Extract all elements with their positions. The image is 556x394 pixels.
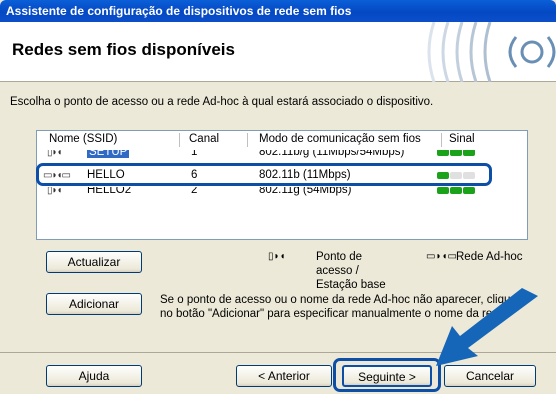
signal-bar <box>450 150 462 156</box>
window-title: Assistente de configuração de dispositiv… <box>6 4 352 18</box>
signal-bar <box>437 187 449 194</box>
signal-bar <box>463 150 475 156</box>
signal-bar <box>463 187 475 194</box>
column-mode[interactable]: Modo de comunicação sem fios <box>259 133 421 145</box>
refresh-button[interactable]: Actualizar <box>46 251 142 273</box>
cancel-button[interactable]: Cancelar <box>444 365 536 387</box>
selected-network-highlight <box>36 163 492 186</box>
access-point-icon: ▯◗◖ <box>47 187 63 196</box>
row-channel: 2 <box>191 187 198 196</box>
column-signal[interactable]: Sinal <box>449 133 475 145</box>
title-bar: Assistente de configuração de dispositiv… <box>0 0 556 22</box>
page-title: Redes sem fios disponíveis <box>12 40 235 59</box>
header-banner: Redes sem fios disponíveis <box>0 22 556 82</box>
row-ssid: SETUP <box>87 150 130 158</box>
help-button[interactable]: Ajuda <box>46 365 142 387</box>
column-channel[interactable]: Canal <box>189 133 219 145</box>
row-mode: 802.11g (54Mbps) <box>259 187 352 196</box>
signal-strength <box>437 150 477 157</box>
back-button[interactable]: < Anterior <box>236 365 332 387</box>
legend-access-point-label: Ponto de acesso / Estação base <box>316 251 386 291</box>
intro-text: Escolha o ponto de acesso ou a rede Ad-h… <box>10 96 434 108</box>
arrow-pointer-icon <box>436 288 538 366</box>
row-ssid: HELLO2 <box>87 187 132 196</box>
signal-bar <box>450 187 462 194</box>
signal-bar <box>437 150 449 156</box>
row-channel: 1 <box>191 150 198 158</box>
table-row[interactable]: ▯◗◖ HELLO2 2 802.11g (54Mbps) <box>43 187 521 197</box>
signal-strength <box>437 187 477 195</box>
next-button-highlight <box>333 358 441 392</box>
add-button[interactable]: Adicionar <box>46 293 142 315</box>
adhoc-icon: ▭◗◖▭ <box>426 251 457 262</box>
table-row[interactable]: ▯◗◖ SETUP 1 802.11b/g (11Mbps/54Mbps) <box>43 150 521 160</box>
column-divider <box>247 133 248 147</box>
column-divider <box>441 133 442 147</box>
legend-adhoc-label: Rede Ad-hoc <box>456 251 523 263</box>
row-mode: 802.11b/g (11Mbps/54Mbps) <box>259 150 405 158</box>
wireless-logo-icon <box>427 22 556 82</box>
access-point-icon: ▯◗◖ <box>268 251 286 262</box>
column-headers: Nome (SSID) Canal Modo de comunicação se… <box>37 131 527 149</box>
column-ssid[interactable]: Nome (SSID) <box>49 133 117 145</box>
column-divider <box>179 133 180 147</box>
access-point-icon: ▯◗◖ <box>47 150 63 158</box>
